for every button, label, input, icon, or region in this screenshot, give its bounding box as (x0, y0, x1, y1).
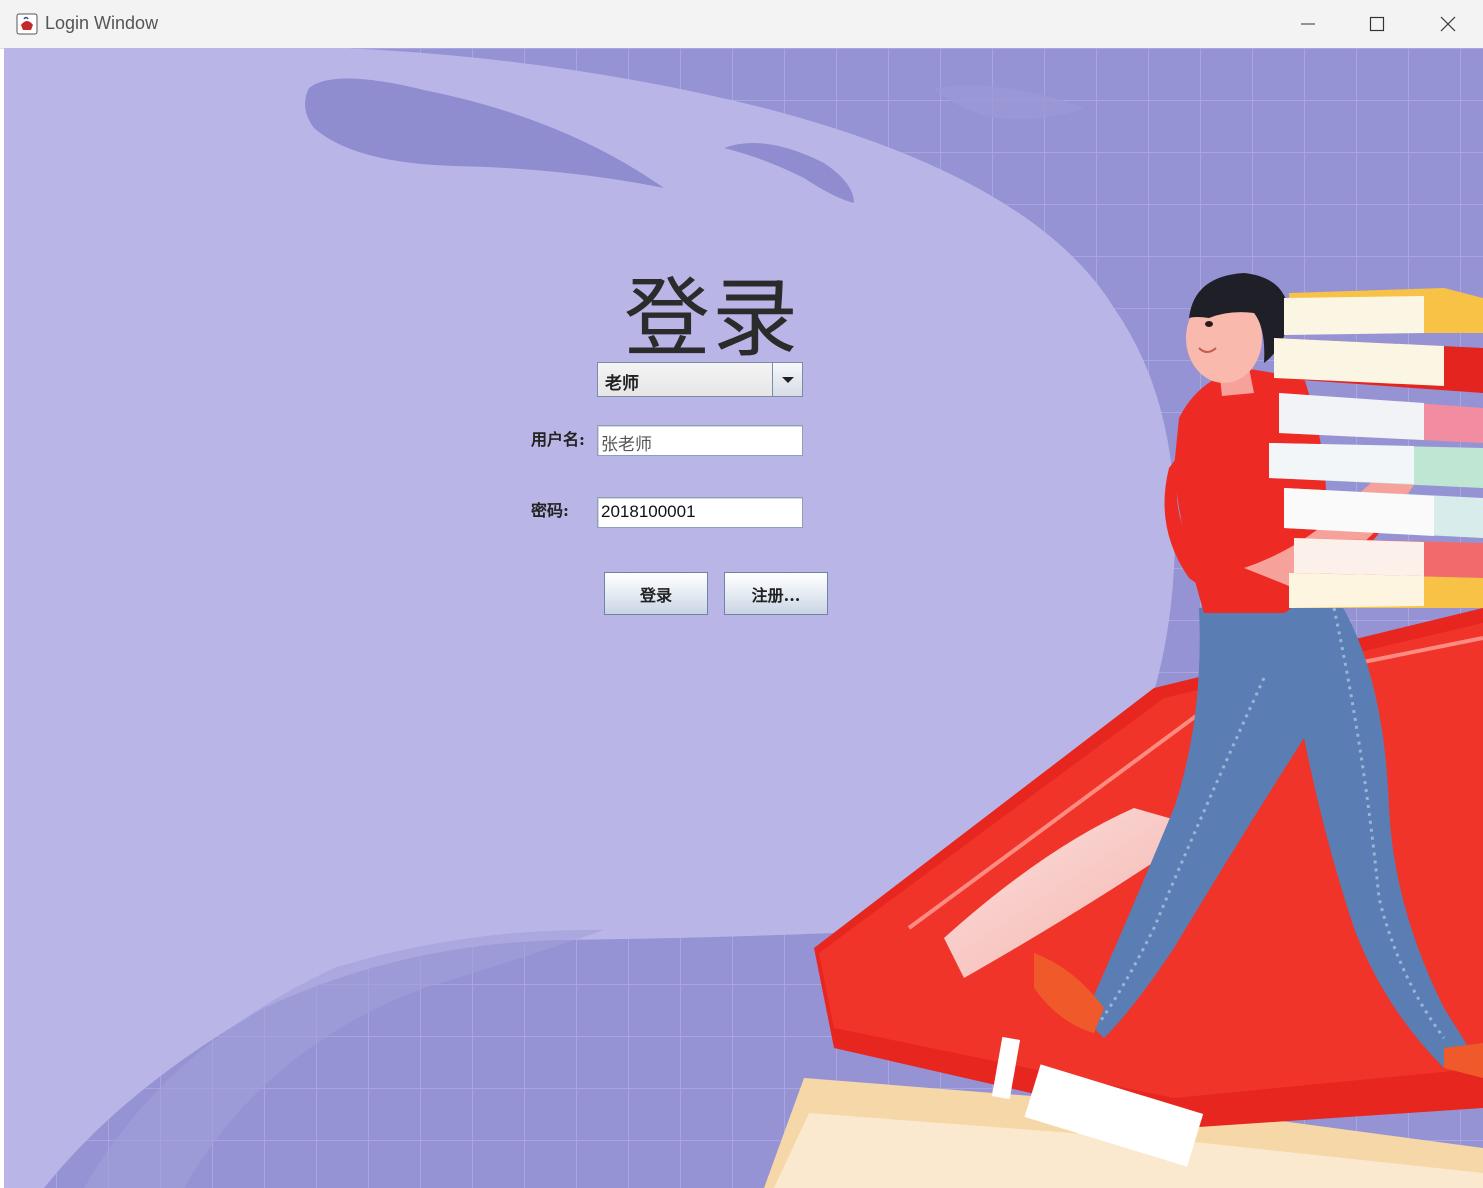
maximize-icon (1369, 16, 1385, 32)
password-label: 密码: (531, 501, 569, 520)
maximize-button[interactable] (1343, 0, 1411, 48)
window-title: Login Window (45, 13, 159, 33)
minimize-icon (1301, 23, 1315, 25)
password-field[interactable]: 2018100001 (597, 497, 803, 528)
close-button[interactable] (1414, 0, 1482, 48)
register-button[interactable]: 注册... (724, 572, 828, 615)
close-icon (1440, 16, 1456, 32)
username-label: 用户名: (531, 430, 585, 449)
chevron-down-icon (781, 376, 794, 383)
login-panel: 登录 老师 用户名: 张老师 密码: 2018100001 登录 注册... (4, 48, 1483, 1188)
login-button[interactable]: 登录 (604, 572, 708, 615)
background-illustration (4, 48, 1483, 1188)
login-window: Login Window 登录 老师 用户名: 张老师 密码: 20181000… (0, 0, 1483, 1188)
username-field[interactable]: 张老师 (597, 425, 803, 456)
title-bar[interactable]: Login Window (0, 0, 1483, 49)
role-select[interactable]: 老师 (597, 362, 803, 397)
login-heading: 登录 (624, 269, 800, 369)
role-selected-value: 老师 (605, 374, 639, 394)
role-dropdown-button[interactable] (772, 363, 802, 396)
minimize-button[interactable] (1274, 0, 1342, 48)
java-cup-icon (16, 13, 38, 35)
